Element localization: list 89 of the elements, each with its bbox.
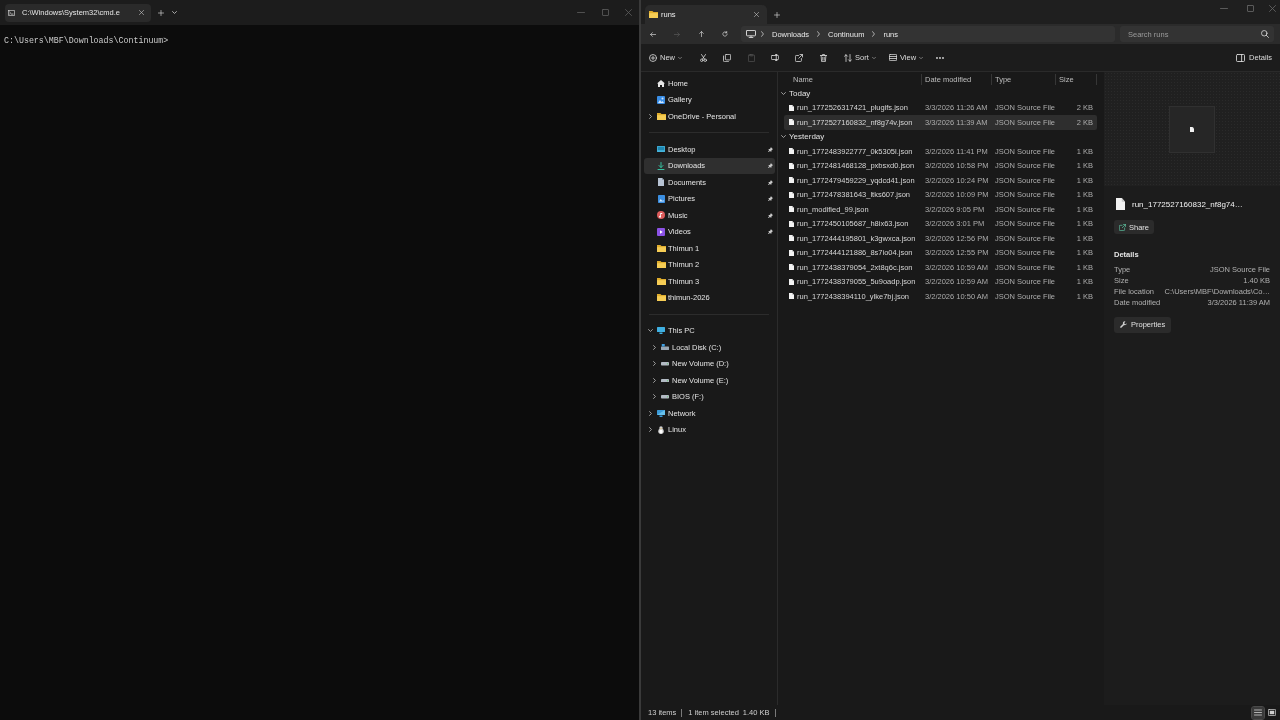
chevron-right-icon[interactable] xyxy=(648,427,652,433)
list-icon xyxy=(1254,709,1262,716)
folder-icon xyxy=(656,112,666,120)
drive-icon xyxy=(661,362,669,366)
picture-icon xyxy=(657,194,665,203)
copy-icon xyxy=(723,53,731,62)
folder-icon xyxy=(649,11,658,18)
arrow-up-icon xyxy=(698,31,704,37)
maximize-icon xyxy=(601,9,609,16)
home-icon xyxy=(657,79,665,87)
caret-icon xyxy=(871,56,876,59)
share-icon xyxy=(1119,223,1126,231)
tile-icon xyxy=(1268,709,1276,716)
chevron-down-icon xyxy=(171,11,177,14)
details-view-button[interactable] xyxy=(1252,706,1264,719)
share-icon xyxy=(795,53,803,62)
file-icon xyxy=(789,264,794,271)
text-box-icon xyxy=(771,54,779,61)
chevron-right-icon[interactable] xyxy=(648,113,652,119)
plus-circle-icon xyxy=(649,53,657,62)
file-icon xyxy=(789,206,794,213)
maximize-icon xyxy=(1247,4,1254,12)
sort-icon xyxy=(844,53,852,62)
close-icon xyxy=(624,9,632,16)
chevron-right-icon[interactable] xyxy=(648,410,652,416)
chevron-down-icon[interactable] xyxy=(647,329,653,333)
scissors-icon xyxy=(699,53,707,62)
file-icon xyxy=(789,293,794,300)
file-icon xyxy=(789,191,794,198)
drive-icon xyxy=(661,378,669,382)
minimize-icon xyxy=(577,12,585,13)
drive-icon xyxy=(661,344,669,351)
music-icon xyxy=(657,211,665,220)
group-header[interactable]: Today xyxy=(781,86,813,101)
monitor-icon xyxy=(657,327,665,335)
terminal-icon xyxy=(8,9,15,16)
close-icon xyxy=(1268,4,1276,12)
file-icon xyxy=(789,235,794,242)
list-view-icon xyxy=(889,54,897,61)
file-name: run_1772527160832_nf8g74… xyxy=(1132,199,1243,209)
refresh-icon xyxy=(722,31,728,37)
download-icon xyxy=(657,161,665,170)
file-icon xyxy=(789,119,794,126)
drive-icon xyxy=(661,395,669,399)
desktop-icon xyxy=(657,146,665,153)
caret-icon xyxy=(919,56,924,59)
file-icon xyxy=(789,148,794,155)
network-icon xyxy=(657,409,665,417)
wrench-icon xyxy=(1120,321,1127,329)
folder-icon xyxy=(656,244,666,252)
folder-icon xyxy=(656,277,666,285)
tiles-view-button[interactable] xyxy=(1266,706,1278,719)
file-icon xyxy=(789,220,794,227)
video-icon xyxy=(657,227,665,236)
file-icon xyxy=(789,162,794,169)
file-icon xyxy=(789,177,794,184)
close-icon xyxy=(138,10,144,15)
monitor-icon xyxy=(746,30,756,38)
file-icon xyxy=(1190,126,1194,132)
chevron-right-icon xyxy=(817,31,821,37)
chevron-right-icon[interactable] xyxy=(652,361,656,367)
panel-icon xyxy=(1236,53,1246,62)
file-icon xyxy=(789,249,794,256)
plus-icon xyxy=(774,12,780,18)
close-icon xyxy=(753,12,759,17)
folder-icon xyxy=(656,261,666,269)
folder-icon xyxy=(656,294,666,302)
chevron-right-icon[interactable] xyxy=(652,394,656,400)
arrow-right-icon xyxy=(674,31,680,37)
file-icon xyxy=(789,104,794,111)
chevron-right-icon[interactable] xyxy=(652,344,656,350)
prompt-line: C:\Users\MBF\Downloads\Continuum> xyxy=(4,36,169,46)
clipboard-icon xyxy=(747,53,755,62)
caret-icon xyxy=(678,56,682,59)
document-icon xyxy=(658,178,664,187)
arrow-left-icon xyxy=(650,31,656,37)
more-icon xyxy=(936,56,944,59)
trash-icon xyxy=(819,53,827,62)
chevron-right-icon xyxy=(761,31,764,37)
file-icon xyxy=(1116,198,1125,210)
minimize-icon xyxy=(1219,7,1228,9)
plus-icon xyxy=(158,9,164,16)
chevron-right-icon[interactable] xyxy=(652,377,656,383)
chevron-right-icon xyxy=(872,31,876,37)
penguin-icon xyxy=(658,425,664,434)
group-header[interactable]: Yesterday xyxy=(781,129,827,144)
search-icon xyxy=(1261,30,1269,38)
gallery-icon xyxy=(657,95,665,104)
file-icon xyxy=(789,278,794,285)
